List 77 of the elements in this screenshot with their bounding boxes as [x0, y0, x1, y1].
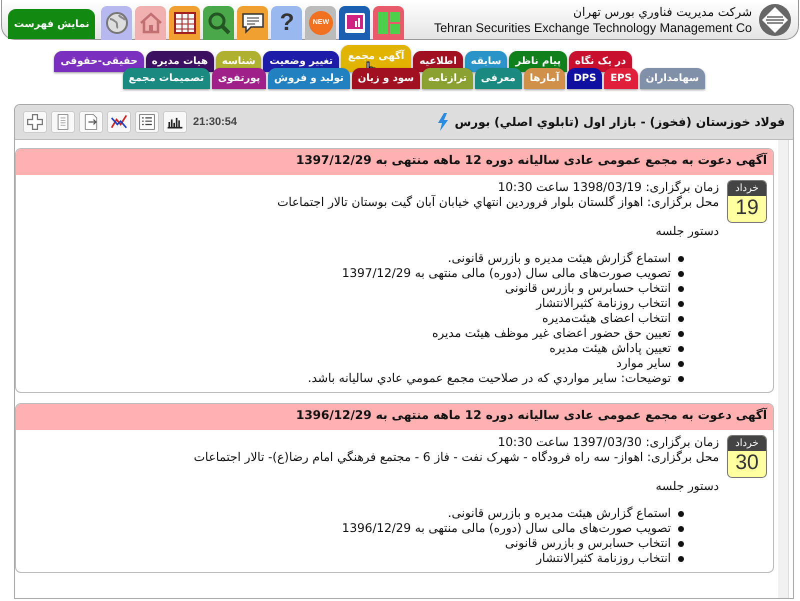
agenda-heading: دستور جلسه [654, 224, 719, 239]
agenda-heading: دستور جلسه [654, 479, 719, 494]
document-arrow-icon [82, 113, 100, 131]
show-list-button[interactable]: نمایش فهرست [8, 9, 96, 39]
agenda-item: تصویب صورت‌های مالی سال (دوره) مالی منتهی به 1396/12/29 [342, 521, 671, 536]
toolbar-button[interactable] [107, 111, 131, 133]
tab[interactable]: تصمیمات مجمع [122, 68, 210, 89]
tab[interactable]: حقیقی-حقوقی [54, 51, 144, 72]
notice-title: آگهی دعوت به مجمع عمومی عادی سالیانه دوره 12 ماهه منتهی به 1396/12/29 [16, 404, 773, 430]
bullet-icon [678, 270, 684, 276]
tab[interactable]: معرفی [474, 68, 522, 89]
tab[interactable]: EPS [604, 68, 638, 89]
book-icon [342, 10, 367, 34]
notice-title: آگهی دعوت به مجمع عمومی عادی سالیانه دوره 12 ماهه منتهی به 1397/12/29 [16, 149, 773, 175]
scrollbar[interactable] [778, 140, 789, 598]
meeting-detail: محل برگزاری: اهواز گلستان بلوار فروردين انتهاي خيابان آبان گيت بوستان تالار اجتماعات [277, 195, 719, 210]
agenda-item: استماع گزارش هیئت مدیره و بازرس قانونی. [448, 506, 671, 521]
symbol-title: فولاد خوزستان (فخوز) - بازار اول (تابلوي اصلي) بورس [454, 115, 785, 129]
toolbar-button[interactable] [135, 111, 159, 133]
meeting-detail: محل برگزاری: اهواز- سه راه فرودگاه - شهرک نفت - فاز 6 - مجتمع فرهنگي امام رضا(ع)- تالار اجتماعات [194, 450, 719, 465]
company-name: شرکت مدیریت فناوري بورس تهران [573, 4, 752, 18]
speech-bubble-icon [240, 10, 265, 34]
calendar-day: 19 [728, 196, 766, 220]
toolbar-button[interactable] [163, 111, 187, 133]
bullet-icon [678, 286, 684, 292]
calendar-month: خرداد [728, 436, 766, 451]
bullet-icon [678, 316, 684, 322]
bullet-icon [678, 300, 684, 306]
agenda-item: انتخاب حسابرس و بازرس قانونی [505, 536, 671, 551]
bullet-icon [678, 510, 684, 516]
toolbar-button[interactable]: ? [271, 6, 302, 40]
grid-icon [376, 10, 401, 34]
table-icon [172, 10, 197, 34]
tab[interactable]: تولید و فروش [268, 68, 350, 89]
agenda-item: تصویب صورت‌های مالی سال (دوره) مالی منتهی به 1397/12/29 [342, 266, 671, 281]
line-chart-icon [110, 113, 128, 131]
agenda-item: انتخاب روزنامة کثیرالانتشار [536, 551, 671, 566]
list-icon [138, 113, 156, 131]
bullet-icon [678, 556, 684, 562]
tab[interactable]: DPS [567, 68, 602, 89]
agenda-item: تعیین پاداش هیئت مدیره [549, 341, 671, 356]
tab[interactable]: ترازنامه [422, 68, 473, 89]
agenda-item: انتخاب روزنامة کثیرالانتشار [536, 296, 671, 311]
toolbar-button[interactable] [237, 6, 268, 40]
bullet-icon [678, 540, 684, 546]
meeting-detail: زمان برگزاری: 1398/03/19 ساعت 10:30 [496, 180, 719, 195]
company-logo [758, 2, 792, 36]
agenda-item: انتخاب اعضای هیئت‌مدیره [542, 311, 671, 326]
bullet-icon [678, 376, 684, 382]
meeting-detail: زمان برگزاری: 1397/03/30 ساعت 10:30 [496, 435, 719, 450]
time-label: 21:30:54 [193, 116, 238, 128]
help-label: ? [280, 8, 294, 36]
tab[interactable]: پورتفوی [212, 68, 266, 89]
toolbar-button[interactable] [169, 6, 200, 40]
agenda-item: تعیین حق حضور اعضای غیر موظف هیئت مدیره [432, 326, 671, 341]
bullet-icon [678, 330, 684, 336]
lightning-icon [436, 113, 449, 131]
toolbar-button[interactable] [79, 111, 103, 133]
bullet-icon [678, 526, 684, 532]
agenda-item: سایر موارد [616, 356, 671, 371]
calendar-month: خرداد [728, 181, 766, 196]
company-name-english: Tehran Securities Exchange Technology Management Co [434, 20, 752, 34]
tab[interactable]: آمارها [524, 68, 566, 89]
agenda-item: استماع گزارش هیئت مدیره و بازرس قانونی. [448, 251, 671, 266]
home-icon [138, 10, 163, 34]
tab[interactable]: سهامداران [640, 68, 705, 89]
bullet-icon [678, 360, 684, 366]
calendar-day: 30 [728, 451, 766, 475]
agenda-item: توضیحات: سایر مواردي که در صلاحیت مجمع عمومي عادي سالیانه باشد. [308, 371, 671, 386]
agenda-item: انتخاب حسابرس و بازرس قانونی [505, 281, 671, 296]
toolbar-button[interactable] [339, 6, 370, 40]
bullet-icon [678, 346, 684, 352]
search-icon [206, 10, 231, 34]
bullet-icon [678, 256, 684, 262]
plus-icon [26, 113, 44, 131]
tab[interactable]: سود و زیان [352, 68, 420, 89]
toolbar-button[interactable] [203, 6, 234, 40]
